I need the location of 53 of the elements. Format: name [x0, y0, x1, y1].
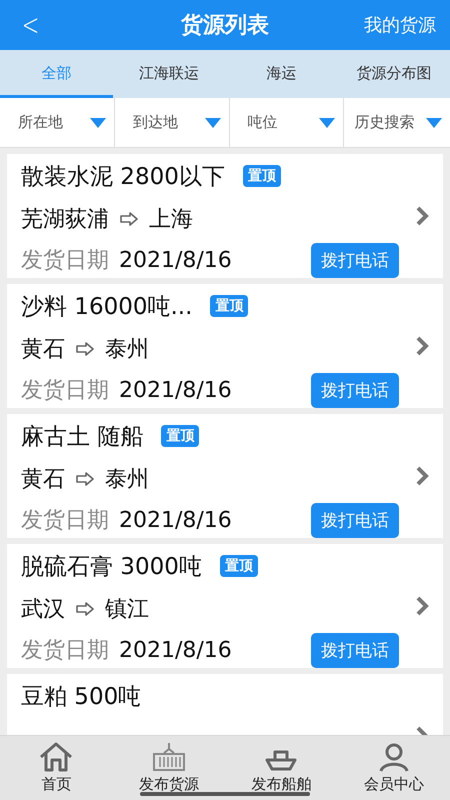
origin-text: 黄石 — [21, 336, 65, 364]
cargo-card[interactable]: 豆粕 500吨 — [7, 674, 443, 735]
destination-text: 镇江 — [105, 596, 149, 624]
dropdown-caret-icon — [204, 118, 220, 128]
category-tab[interactable]: 货源分布图 — [338, 50, 450, 98]
nav-tab[interactable]: 会员中心 — [338, 736, 450, 800]
cargo-card[interactable]: 沙料 16000吨... 置顶 黄石 泰州 发货日期 2021/8/16 拨打电话 — [7, 284, 443, 408]
dropdown-caret-icon — [319, 118, 336, 128]
arrow-right-icon — [75, 602, 95, 616]
origin-text: 芜湖荻浦 — [21, 206, 109, 234]
ship-date-label: 发货日期 — [21, 637, 109, 665]
nav-tab[interactable]: 首页 — [0, 736, 112, 800]
category-tab[interactable]: 江海联运 — [112, 50, 225, 98]
pinned-badge: 置顶 — [161, 425, 200, 447]
arrow-right-icon — [75, 472, 95, 486]
nav-tab[interactable]: 发布船舶 — [225, 736, 338, 800]
dropdown-caret-icon — [426, 118, 442, 128]
origin-text: 武汉 — [21, 596, 65, 624]
cargo-card[interactable]: 散装水泥 2800以下 置顶 芜湖荻浦 上海 发货日期 2021/8/16 拨打电话 — [7, 154, 443, 278]
nav-tab[interactable]: 发布货源 — [112, 736, 225, 800]
container-icon — [152, 742, 186, 772]
ship-date-label: 发货日期 — [21, 247, 109, 275]
destination-text: 泰州 — [105, 336, 149, 364]
ship-date: 2021/8/16 — [119, 378, 232, 402]
ship-date-label: 发货日期 — [21, 377, 109, 405]
ship-date: 2021/8/16 — [119, 248, 232, 272]
pinned-badge: 置顶 — [242, 165, 281, 187]
ship-date: 2021/8/16 — [119, 508, 232, 532]
filter-dropdown[interactable]: 吨位 — [230, 98, 344, 147]
origin-text: 黄石 — [21, 466, 65, 494]
pinned-badge: 置顶 — [210, 295, 248, 317]
ship-date: 2021/8/16 — [119, 638, 232, 662]
filter-dropdown[interactable]: 所在地 — [0, 98, 115, 147]
cargo-card[interactable]: 麻古土 随船 置顶 黄石 泰州 发货日期 2021/8/16 拨打电话 — [7, 414, 443, 538]
filter-dropdown[interactable]: 到达地 — [114, 98, 230, 147]
filter-dropdown[interactable]: 历史搜索 — [344, 98, 450, 147]
cargo-card[interactable]: 脱硫石膏 3000吨 置顶 武汉 镇江 发货日期 2021/8/16 拨打电话 — [7, 544, 443, 668]
cargo-title: 散装水泥 2800以下 — [21, 162, 225, 192]
destination-text: 上海 — [149, 206, 193, 234]
category-tab[interactable]: 海运 — [225, 50, 338, 98]
dropdown-caret-icon — [90, 118, 106, 128]
ship-date-label: 发货日期 — [21, 507, 109, 535]
pinned-badge: 置顶 — [220, 555, 258, 577]
cargo-title: 麻古土 随船 — [21, 422, 144, 452]
cargo-title: 沙料 16000吨... — [21, 292, 192, 322]
arrow-right-icon — [119, 212, 139, 226]
cargo-title: 豆粕 500吨 — [21, 682, 142, 712]
arrow-right-icon — [75, 342, 95, 356]
destination-text: 泰州 — [105, 466, 149, 494]
home-icon — [38, 742, 74, 772]
user-icon — [376, 742, 411, 772]
page-title: 货源列表 — [181, 12, 269, 40]
cargo-title: 脱硫石膏 3000吨 — [21, 552, 202, 582]
